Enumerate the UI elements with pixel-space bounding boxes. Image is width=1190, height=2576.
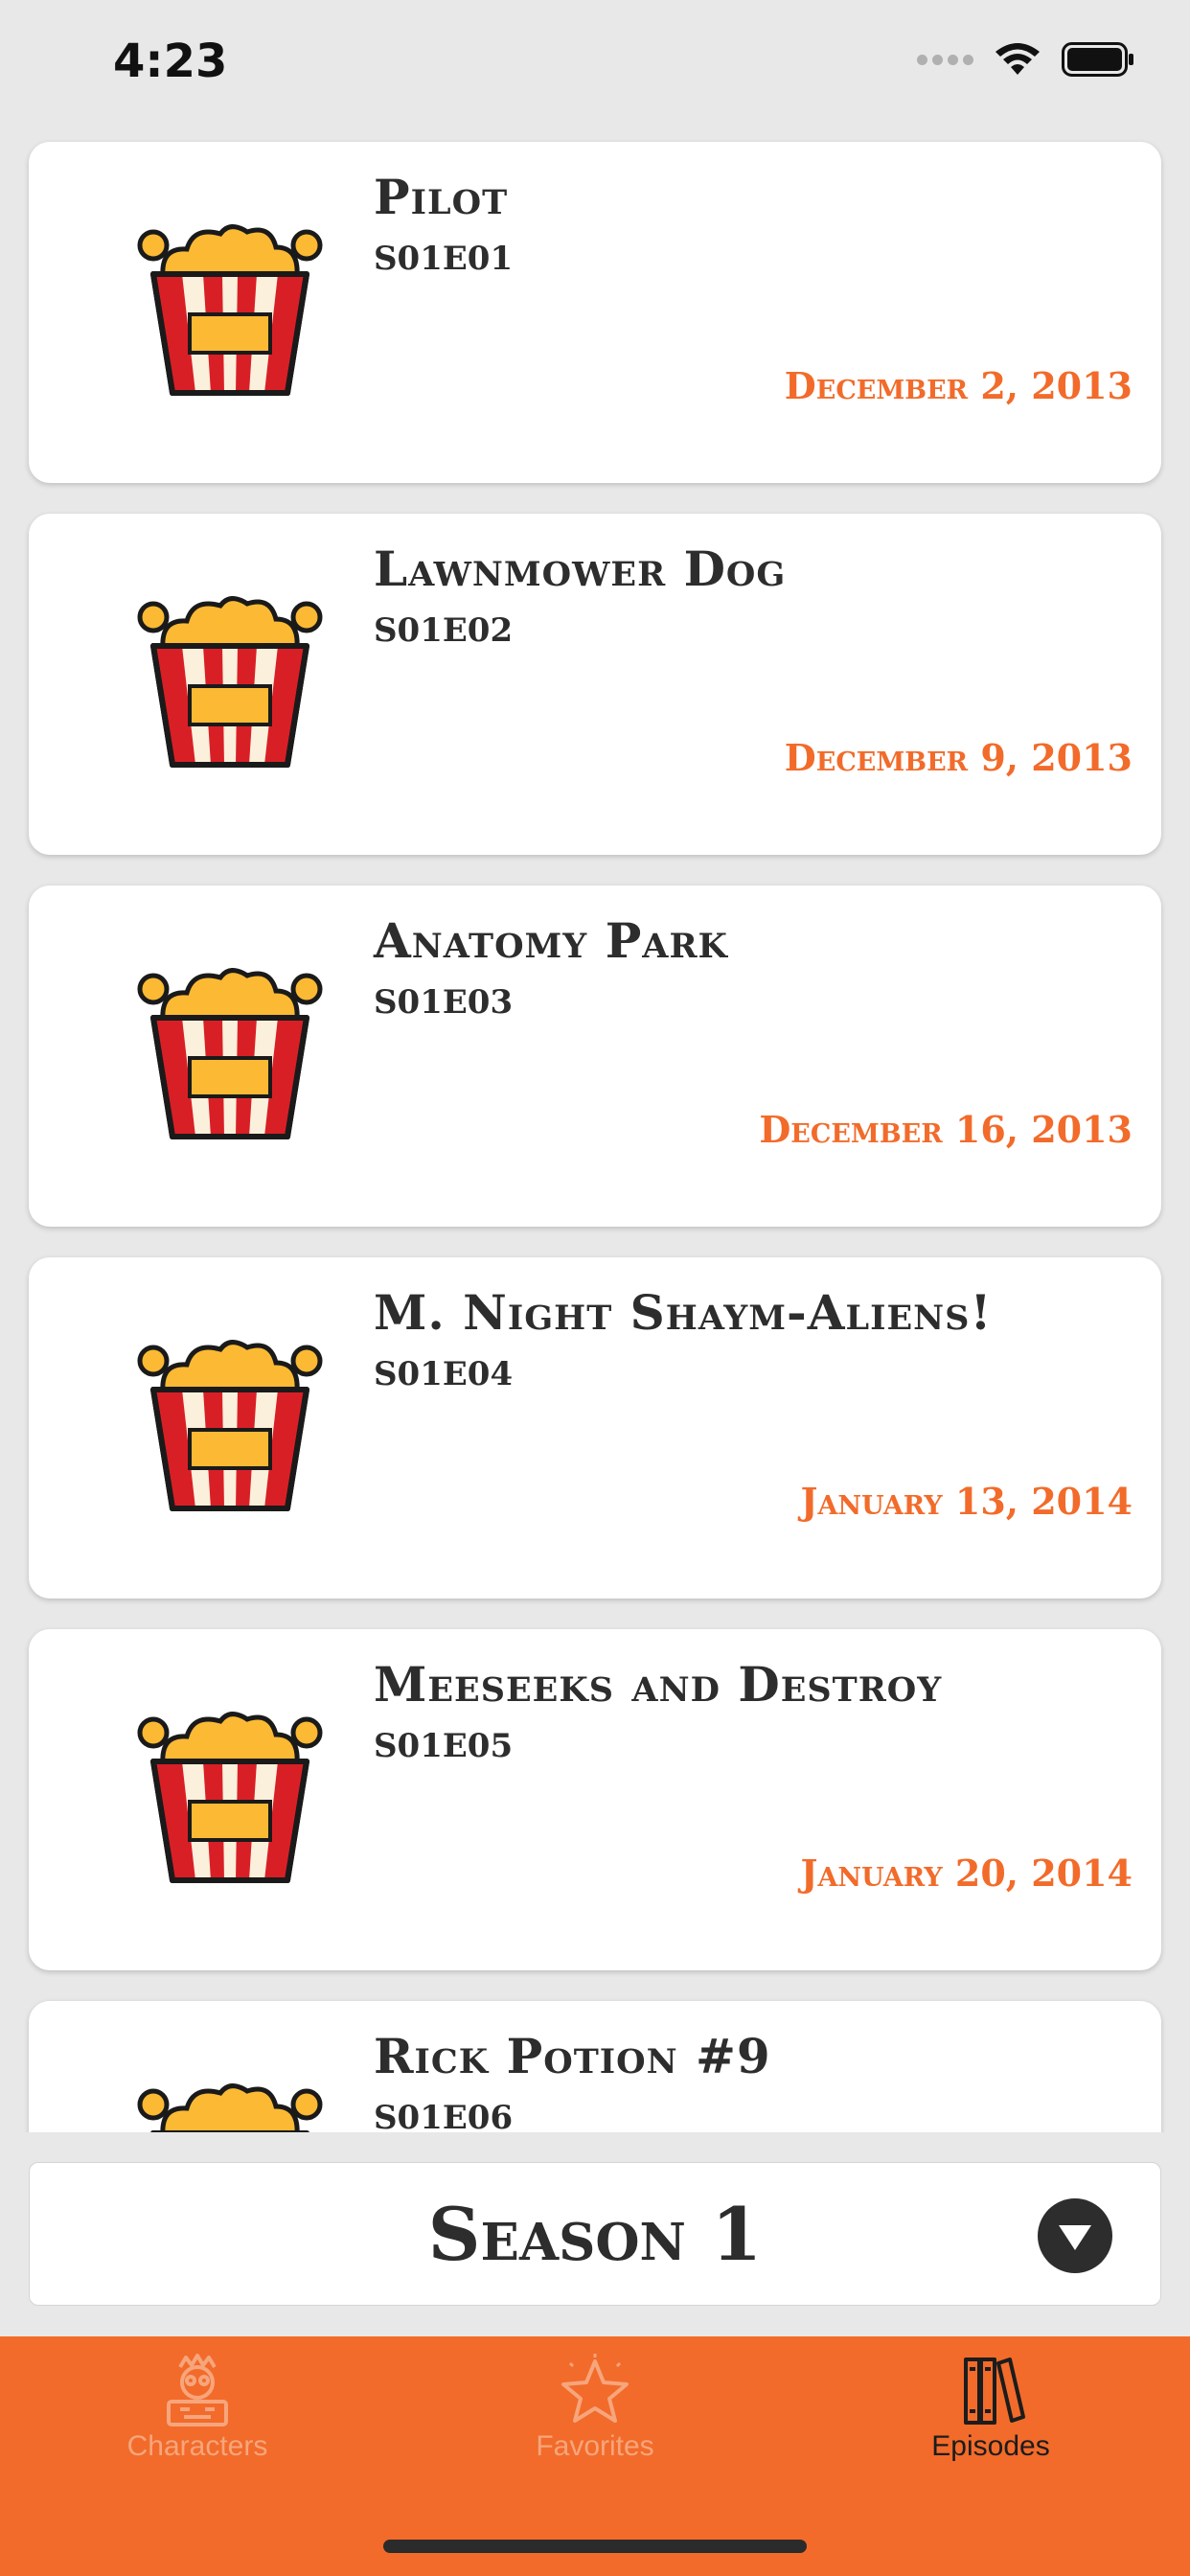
chevron-down-icon[interactable]	[1038, 2198, 1112, 2273]
star-icon	[561, 2354, 629, 2423]
episode-card[interactable]: Anatomy Park S01E03 December 16, 2013	[29, 886, 1161, 1227]
episode-title: Pilot	[374, 169, 509, 225]
season-selector[interactable]: Season 1	[29, 2162, 1161, 2306]
episode-card[interactable]: Lawnmower Dog S01E02 December 9, 2013	[29, 514, 1161, 855]
popcorn-icon	[137, 968, 323, 1139]
tab-label: Characters	[126, 2430, 268, 2462]
tab-bar: Characters Favorites Episodes	[0, 2336, 1190, 2576]
home-indicator[interactable]	[383, 2540, 807, 2553]
tab-label: Episodes	[931, 2430, 1050, 2462]
episode-code: S01E01	[374, 240, 514, 278]
popcorn-icon	[137, 1340, 323, 1511]
episode-card[interactable]: Meeseeks and Destroy S01E05 January 20, …	[29, 1629, 1161, 1970]
episode-code: S01E04	[374, 1355, 514, 1393]
episode-title: Rick Potion #9	[374, 2028, 771, 2084]
episode-code: S01E03	[374, 983, 514, 1022]
tab-label: Favorites	[536, 2430, 654, 2462]
episode-air-date: December 2, 2013	[784, 364, 1133, 407]
episode-list[interactable]: Pilot S01E01 December 2, 2013 Lawnmower …	[0, 134, 1190, 2132]
popcorn-icon	[137, 224, 323, 396]
episode-title: Meeseeks and Destroy	[374, 1656, 943, 1713]
episode-title: Lawnmower Dog	[374, 540, 787, 597]
status-time: 4:23	[113, 34, 228, 88]
episode-air-date: December 9, 2013	[784, 736, 1133, 779]
character-icon	[167, 2354, 228, 2426]
popcorn-icon	[137, 1712, 323, 1883]
episode-card[interactable]: M. Night Shaym-Aliens! S01E04 January 13…	[29, 1257, 1161, 1598]
season-label: Season 1	[427, 2192, 763, 2277]
episode-title: Anatomy Park	[374, 912, 728, 969]
cellular-signal-icon	[917, 54, 973, 65]
tab-favorites[interactable]: Favorites	[451, 2354, 739, 2497]
episode-card[interactable]: Pilot S01E01 December 2, 2013	[29, 142, 1161, 483]
books-icon	[964, 2358, 1025, 2425]
status-icons	[917, 42, 1134, 77]
popcorn-icon	[137, 596, 323, 768]
episode-title: M. Night Shaym-Aliens!	[374, 1284, 993, 1341]
status-bar: 4:23	[0, 0, 1190, 134]
episode-code: S01E02	[374, 611, 514, 650]
episode-code: S01E06	[374, 2099, 514, 2132]
episode-card[interactable]: Rick Potion #9 S01E06	[29, 2001, 1161, 2132]
episode-air-date: January 13, 2014	[800, 1480, 1133, 1523]
tab-characters[interactable]: Characters	[54, 2354, 341, 2497]
episode-air-date: December 16, 2013	[759, 1108, 1133, 1151]
tab-episodes[interactable]: Episodes	[847, 2354, 1134, 2497]
episode-air-date: January 20, 2014	[800, 1852, 1133, 1895]
popcorn-icon	[137, 2083, 323, 2132]
battery-icon	[1062, 42, 1133, 77]
episode-code: S01E05	[374, 1727, 514, 1765]
wifi-icon	[995, 43, 1040, 75]
